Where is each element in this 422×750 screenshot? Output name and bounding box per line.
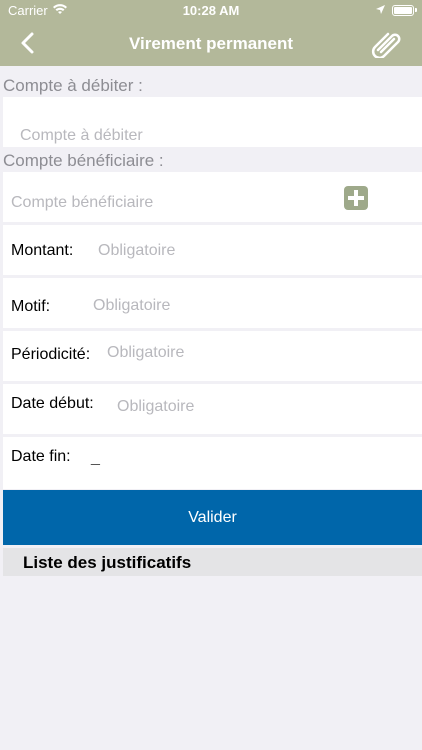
compte-debiter-label: Compte à débiter : [3,76,143,95]
compte-beneficiaire-field[interactable]: Compte bénéficiaire [3,172,422,222]
periodicite-label: Périodicité: [11,346,91,363]
motif-label: Motif: [11,298,51,315]
nav-bar: Virement permanent [0,20,422,66]
date-fin-row: Date fin: _ [3,437,422,489]
location-icon [375,3,386,18]
battery-icon [392,5,414,16]
motif-row: Motif: Obligatoire [3,278,422,328]
paperclip-icon[interactable] [370,28,404,60]
montant-label: Montant: [11,242,74,259]
compte-beneficiaire-placeholder: Compte bénéficiaire [11,194,154,211]
valider-button[interactable]: Valider [3,490,422,545]
date-debut-label: Date début: [11,395,94,412]
clock: 10:28 AM [182,3,240,18]
status-bar: Carrier 10:28 AM [0,0,422,20]
periodicite-row: Périodicité: Obligatoire [3,331,422,381]
justificatifs-title: Liste des justificatifs [23,553,192,572]
montant-input[interactable]: Obligatoire [98,242,175,260]
add-beneficiary-plus-icon[interactable] [344,186,368,210]
page-title: Virement permanent [128,34,294,53]
montant-row: Montant: Obligatoire [3,225,422,275]
justificatifs-header: Liste des justificatifs [3,548,422,576]
battery-tip [415,8,417,12]
date-debut-row: Date début: Obligatoire [3,384,422,434]
compte-beneficiaire-label: Compte bénéficiaire : [3,151,164,170]
motif-input[interactable]: Obligatoire [93,297,170,315]
compte-debiter-field[interactable]: Compte à débiter [3,97,422,147]
date-fin-input[interactable]: _ [91,449,100,467]
periodicite-select[interactable]: Obligatoire [107,344,184,362]
compte-debiter-placeholder: Compte à débiter [20,127,143,144]
date-debut-input[interactable]: Obligatoire [117,398,194,416]
date-fin-label: Date fin: [11,448,71,465]
